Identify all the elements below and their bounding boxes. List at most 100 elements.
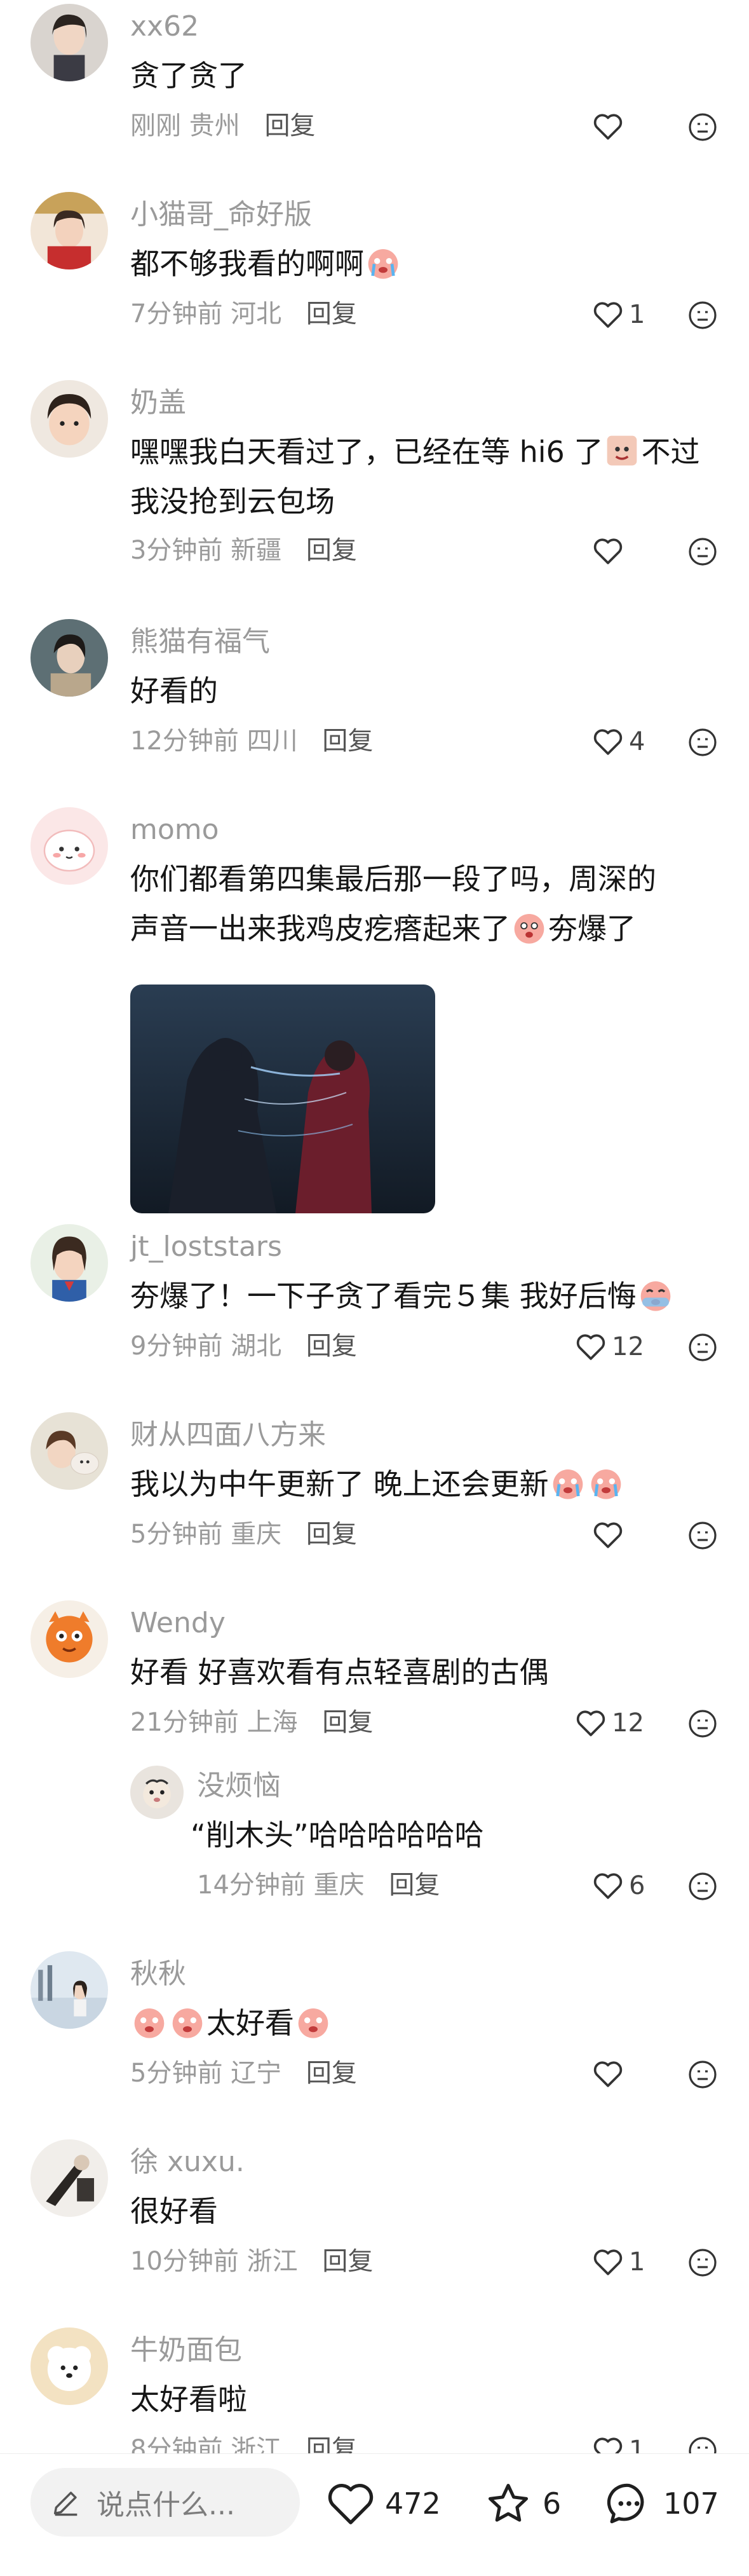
star-icon <box>488 2483 529 2522</box>
favorite-button[interactable]: 6 <box>483 2478 561 2529</box>
comment-text-line: 声音一出来我鸡皮疙瘩起来了 <box>130 911 510 946</box>
like-button[interactable]: 12 <box>575 1707 644 1739</box>
heart-icon <box>593 538 623 564</box>
comment-text: “削木头”哈哈哈哈哈哈 <box>191 1818 484 1852</box>
comment-meta: 7分钟前 河北 回复 <box>130 301 357 327</box>
comment-text-span: 都不够我看的啊啊 <box>130 247 364 281</box>
like-post-button[interactable]: 472 <box>325 2478 441 2529</box>
crying-emoji-icon <box>638 1277 673 1312</box>
comments-button[interactable]: 107 <box>604 2478 719 2529</box>
reply-item: 没烦恼 “削木头”哈哈哈哈哈哈 14分钟前 重庆 回复 6 <box>0 1759 749 1950</box>
like-button[interactable] <box>592 1519 629 1551</box>
reply-button[interactable]: 回复 <box>389 1871 440 1900</box>
comment-meta: 3分钟前 新疆 回复 <box>130 538 357 563</box>
comment-item: 熊猫有福气 好看的 12分钟前 四川 回复 4 <box>0 615 749 806</box>
username[interactable]: 财从四面八方来 <box>130 1421 326 1449</box>
dislike-button[interactable] <box>687 1871 718 1902</box>
reply-button[interactable]: 回复 <box>306 2435 357 2453</box>
comment-meta: 刚刚 贵州 回复 <box>130 113 315 139</box>
comment-input[interactable]: 说点什么... <box>30 2468 300 2537</box>
dislike-face-icon <box>689 1522 717 1550</box>
comment-time: 3分钟前 <box>130 536 223 565</box>
reply-button[interactable]: 回复 <box>306 536 357 565</box>
avatar[interactable] <box>30 1412 108 1490</box>
like-count: 1 <box>629 2436 645 2453</box>
dislike-button[interactable] <box>687 2247 718 2278</box>
reply-button[interactable]: 回复 <box>322 2247 373 2276</box>
avatar[interactable] <box>30 2327 108 2405</box>
username[interactable]: 牛奶面包 <box>130 2336 242 2364</box>
comment-time: 14分钟前 <box>197 1871 306 1900</box>
username[interactable]: jt_loststars <box>130 1233 282 1261</box>
like-button[interactable]: 12 <box>575 1331 644 1363</box>
comment-time: 5分钟前 <box>130 2059 223 2088</box>
avatar[interactable] <box>30 4 108 81</box>
dislike-face-icon <box>689 1333 717 1361</box>
sticker-emoji-icon <box>604 433 640 468</box>
username[interactable]: 徐 xuxu. <box>130 2148 245 2176</box>
pencil-icon <box>53 2491 78 2516</box>
avatar[interactable] <box>30 380 108 458</box>
comment-location: 浙江 <box>246 2247 298 2276</box>
like-button[interactable]: 6 <box>592 1870 645 1902</box>
dislike-face-icon <box>689 728 717 756</box>
reply-button[interactable]: 回复 <box>264 111 315 140</box>
avatar[interactable] <box>30 619 108 697</box>
dislike-button[interactable] <box>687 727 718 758</box>
like-count: 12 <box>612 1708 644 1738</box>
avatar[interactable] <box>30 192 108 269</box>
avatar[interactable] <box>30 1600 108 1678</box>
like-button[interactable] <box>592 535 629 567</box>
username[interactable]: 奶盖 <box>130 389 186 417</box>
comment-meta: 12分钟前 四川 回复 <box>130 728 373 754</box>
dislike-button[interactable] <box>687 1520 718 1551</box>
avatar[interactable] <box>30 807 108 885</box>
like-button[interactable] <box>592 111 629 142</box>
dislike-button[interactable] <box>687 1708 718 1739</box>
like-button[interactable]: 4 <box>592 726 645 758</box>
username[interactable]: 秋秋 <box>130 1960 186 1988</box>
comment-meta: 9分钟前 湖北 回复 <box>130 1333 357 1359</box>
avatar[interactable] <box>130 1766 184 1819</box>
comment-feed[interactable]: xx62 贪了贪了 刚刚 贵州 回复 小猫哥_命好版 都不够我看的啊啊 7分钟前… <box>0 0 749 2453</box>
username[interactable]: momo <box>130 816 219 844</box>
dislike-button[interactable] <box>687 2436 718 2453</box>
avatar[interactable] <box>30 2139 108 2217</box>
reply-button[interactable]: 回复 <box>322 726 373 756</box>
dislike-button[interactable] <box>687 1332 718 1363</box>
reply-button[interactable]: 回复 <box>306 1520 357 1549</box>
username[interactable]: 小猫哥_命好版 <box>130 201 312 229</box>
comment-text: 好看 好喜欢看有点轻喜剧的古偶 <box>130 1655 549 1689</box>
username[interactable]: xx62 <box>130 13 199 41</box>
heart-icon <box>593 2249 623 2275</box>
dislike-face-icon <box>689 2061 717 2089</box>
reply-button[interactable]: 回复 <box>306 1332 357 1361</box>
dislike-face-icon <box>689 2437 717 2453</box>
like-button[interactable]: 1 <box>592 2434 645 2453</box>
username[interactable]: Wendy <box>130 1609 226 1637</box>
reply-button[interactable]: 回复 <box>322 1708 373 1737</box>
username[interactable]: 熊猫有福气 <box>130 628 270 656</box>
avatar[interactable] <box>30 1224 108 1302</box>
comment-time: 刚刚 <box>130 111 181 140</box>
like-button[interactable] <box>592 2058 629 2090</box>
comment-location: 河北 <box>231 299 282 329</box>
comment-text: 夯爆了！一下子贪了看完５集 我好后悔 <box>130 1271 675 1321</box>
dislike-face-icon <box>689 1710 717 1738</box>
dislike-button[interactable] <box>687 112 718 142</box>
avatar[interactable] <box>30 1951 108 2029</box>
like-button[interactable]: 1 <box>592 299 645 331</box>
dislike-button[interactable] <box>687 2059 718 2090</box>
reply-button[interactable]: 回复 <box>306 2059 357 2088</box>
like-count: 1 <box>629 2247 645 2277</box>
reply-button[interactable]: 回复 <box>306 299 357 329</box>
comment-item: 徐 xuxu. 很好看 10分钟前 浙江 回复 1 <box>0 2136 749 2326</box>
comment-meta: 21分钟前 上海 回复 <box>130 1710 373 1735</box>
input-placeholder: 说点什么... <box>97 2489 235 2521</box>
dislike-button[interactable] <box>687 300 718 331</box>
username[interactable]: 没烦恼 <box>197 1772 281 1800</box>
dislike-button[interactable] <box>687 536 718 567</box>
like-button[interactable]: 1 <box>592 2246 645 2278</box>
comment-text-line: 夯爆了 <box>548 911 636 946</box>
comment-image[interactable] <box>130 985 435 1213</box>
